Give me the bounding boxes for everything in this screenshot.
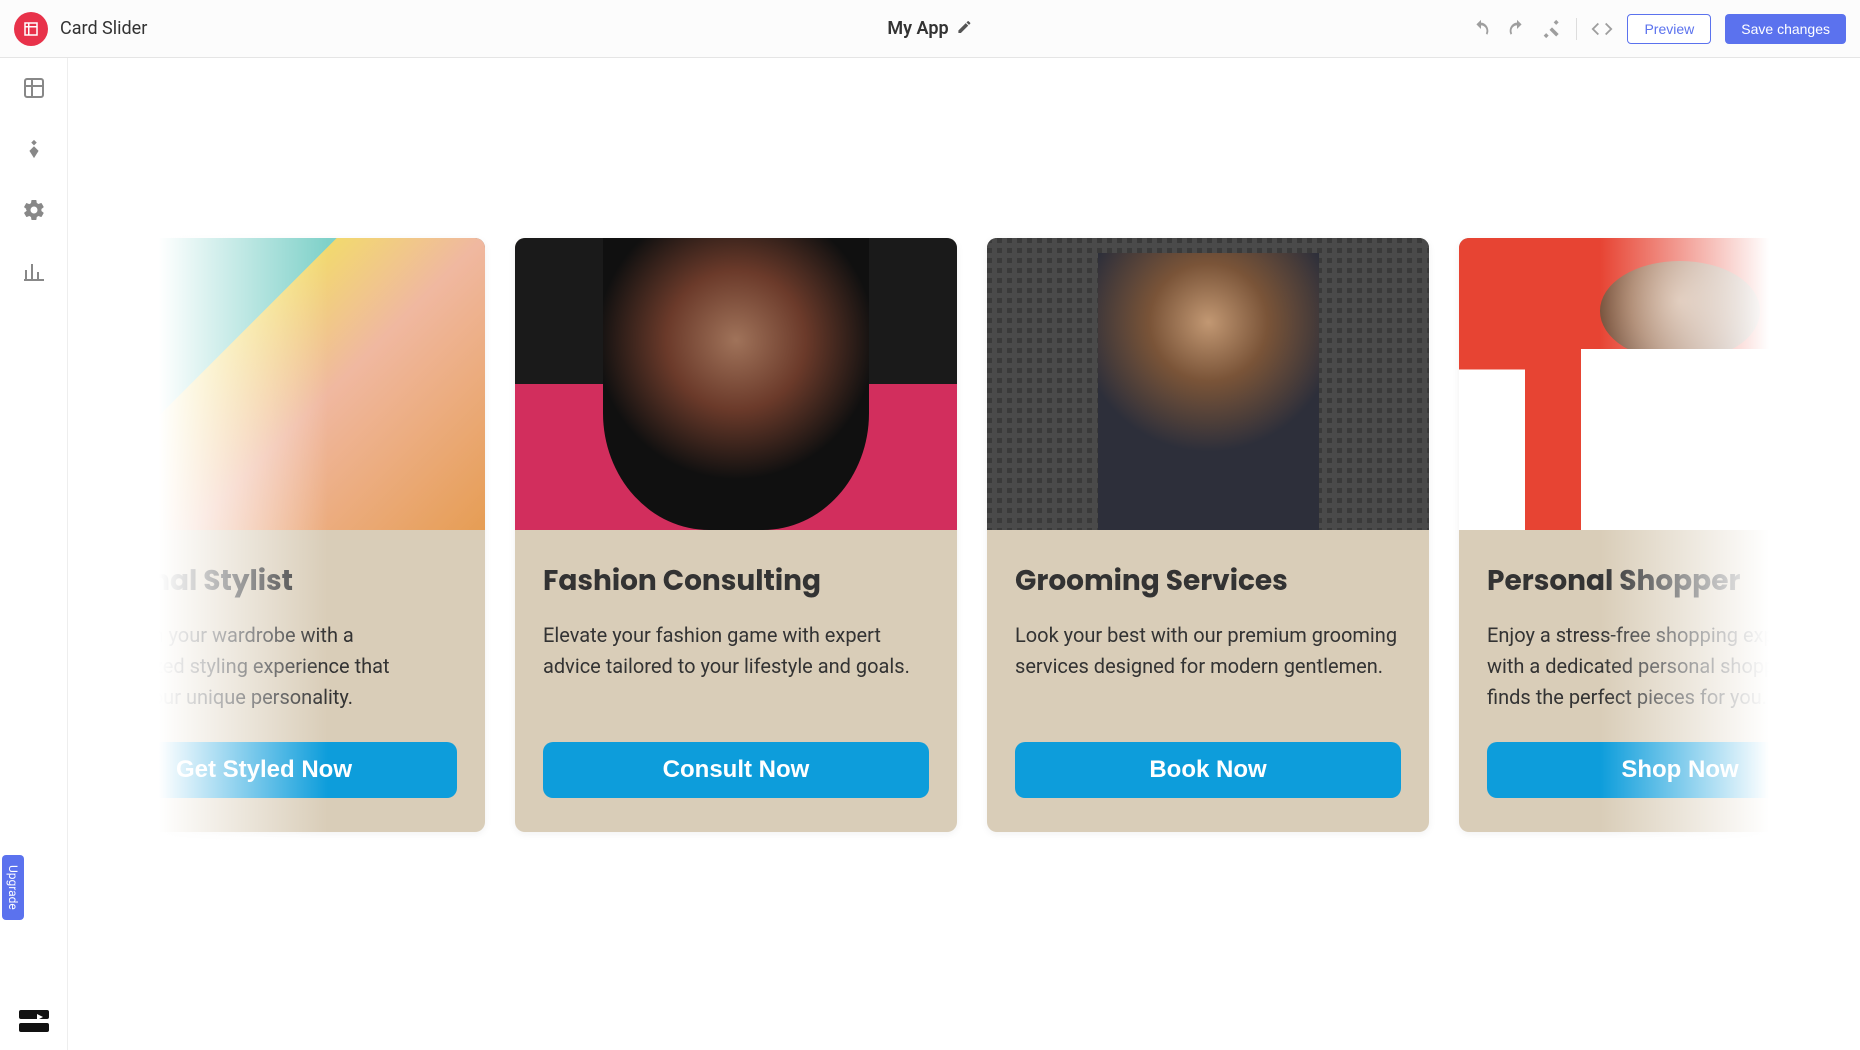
card-personal-stylist[interactable]: Personal Stylist Transform your wardrobe… [68,238,485,832]
card-description: Enjoy a stress-free shopping experience … [1487,620,1860,716]
save-changes-button[interactable]: Save changes [1725,14,1846,44]
card-fashion-consulting[interactable]: Fashion Consulting Elevate your fashion … [515,238,957,832]
main: Upgrade Personal Stylist Transform your … [0,58,1860,1050]
code-icon[interactable] [1591,18,1613,40]
project-title-group: My App [887,18,972,39]
upgrade-button[interactable]: Upgrade [2,855,24,920]
card-description: Transform your wardrobe with a personali… [71,620,457,716]
card-image [987,238,1429,530]
card-cta-button[interactable]: Shop Now [1487,742,1860,798]
canvas: Personal Stylist Transform your wardrobe… [68,238,1860,832]
card-image [68,238,485,530]
tool-icon[interactable] [1542,19,1562,39]
project-title: My App [887,18,948,39]
card-slider[interactable]: Personal Stylist Transform your wardrobe… [68,238,1860,832]
card-description: Look your best with our premium grooming… [1015,620,1401,716]
undo-icon[interactable] [1470,18,1492,40]
topbar: Card Slider My App Preview Save changes [0,0,1860,58]
topbar-divider [1576,18,1577,40]
app-logo [14,12,48,46]
card-title: Grooming Services [1015,560,1401,602]
card-title: Personal Stylist [71,560,457,602]
design-icon[interactable] [23,138,45,164]
edit-title-icon[interactable] [957,19,973,39]
left-sidebar: Upgrade [0,58,68,1050]
card-description: Elevate your fashion game with expert ad… [543,620,929,716]
analytics-icon[interactable] [22,260,46,288]
topbar-actions: Preview Save changes [1470,14,1846,44]
card-title: Personal Shopper [1487,560,1860,602]
app-name: Card Slider [60,18,147,39]
card-cta-button[interactable]: Get Styled Now [71,742,457,798]
card-personal-shopper[interactable]: Personal Shopper Enjoy a stress-free sho… [1459,238,1860,832]
card-cta-button[interactable]: Consult Now [543,742,929,798]
card-title: Fashion Consulting [543,560,929,602]
preview-button[interactable]: Preview [1627,14,1711,44]
card-image [1459,238,1860,530]
card-image [515,238,957,530]
redo-icon[interactable] [1506,18,1528,40]
settings-icon[interactable] [22,198,46,226]
card-grooming[interactable]: Grooming Services Look your best with ou… [987,238,1429,832]
editor-stage[interactable]: Personal Stylist Transform your wardrobe… [68,58,1860,1050]
brand-logo-icon [19,1010,49,1036]
card-cta-button[interactable]: Book Now [1015,742,1401,798]
layout-icon[interactable] [22,76,46,104]
